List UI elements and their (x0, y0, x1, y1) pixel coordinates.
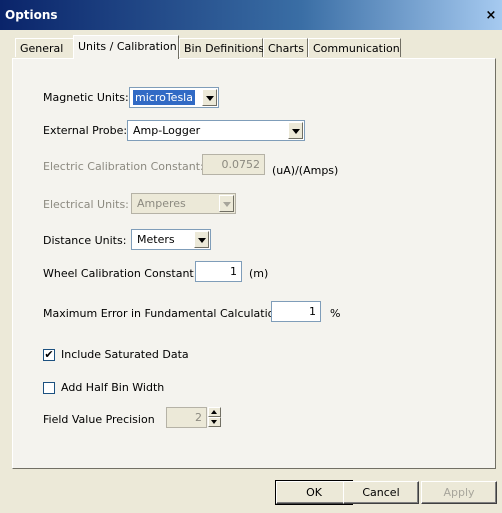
external-probe-label: External Probe: (43, 124, 128, 137)
options-dialog: Options × General Units / Calibration Bi… (0, 0, 502, 513)
chevron-down-icon[interactable] (219, 195, 234, 212)
electrical-units-dropdown[interactable]: Amperes (131, 193, 236, 214)
max-error-unit: % (330, 307, 341, 320)
distance-units-label: Distance Units: (43, 234, 127, 247)
include-saturated-checkbox[interactable]: ✔ (43, 349, 55, 361)
field-precision-field[interactable]: 2 (166, 407, 207, 428)
external-probe-dropdown[interactable]: Amp-Logger (127, 120, 305, 141)
tab-bin-definitions[interactable]: Bin Definitions (179, 38, 264, 57)
include-saturated-label: Include Saturated Data (61, 348, 189, 361)
ok-button[interactable]: OK (275, 480, 353, 505)
tab-charts[interactable]: Charts (263, 38, 308, 57)
spin-down-icon[interactable] (208, 417, 221, 427)
wheel-calibration-label: Wheel Calibration Constant: (43, 267, 198, 280)
wheel-calibration-unit: (m) (249, 267, 269, 280)
wheel-calibration-field[interactable]: 1 (195, 261, 242, 282)
max-error-label: Maximum Error in Fundamental Calculation… (43, 307, 286, 320)
title-bar[interactable]: Options × (0, 0, 502, 30)
spin-up-icon[interactable] (208, 407, 221, 417)
electrical-units-label: Electrical Units: (43, 198, 129, 211)
magnetic-units-dropdown[interactable]: microTesla (129, 87, 219, 108)
tab-communication[interactable]: Communication (308, 38, 401, 57)
chevron-down-icon[interactable] (288, 122, 303, 139)
close-icon[interactable]: × (484, 9, 498, 23)
apply-button[interactable]: Apply (421, 481, 497, 504)
electric-calibration-unit: (uA)/(Amps) (272, 164, 339, 177)
window-title: Options (5, 8, 58, 22)
chevron-down-icon[interactable] (202, 89, 217, 106)
chevron-down-icon[interactable] (194, 231, 209, 248)
electric-calibration-label: Electric Calibration Constant: (43, 160, 204, 173)
add-half-bin-checkbox[interactable] (43, 382, 55, 394)
add-half-bin-label: Add Half Bin Width (61, 381, 165, 394)
cancel-button[interactable]: Cancel (343, 481, 419, 504)
tab-units-calibration[interactable]: Units / Calibration (73, 35, 179, 59)
distance-units-dropdown[interactable]: Meters (131, 229, 211, 250)
magnetic-units-label: Magnetic Units: (43, 91, 129, 104)
max-error-field[interactable]: 1 (271, 301, 321, 322)
electric-calibration-field[interactable]: 0.0752 (202, 154, 265, 175)
tab-general[interactable]: General (15, 38, 74, 57)
field-precision-label: Field Value Precision (43, 413, 155, 426)
